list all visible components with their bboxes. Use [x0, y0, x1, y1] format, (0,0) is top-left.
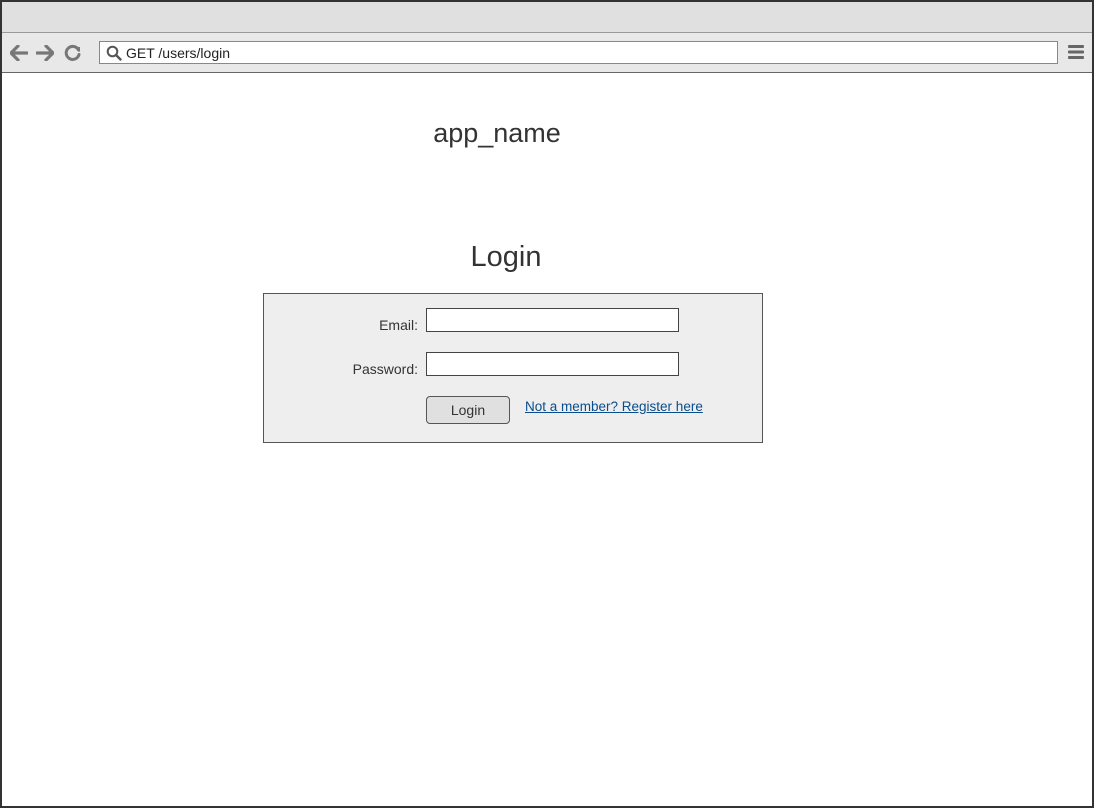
- reload-icon: [64, 44, 81, 61]
- menu-button[interactable]: [1068, 44, 1084, 65]
- browser-toolbar: [2, 33, 1092, 73]
- reload-button[interactable]: [63, 43, 83, 63]
- forward-button[interactable]: [35, 43, 55, 63]
- address-bar[interactable]: [99, 41, 1058, 64]
- hamburger-menu-icon: [1068, 45, 1084, 59]
- email-field[interactable]: [426, 308, 679, 332]
- page-title: Login: [470, 241, 542, 273]
- password-label: Password:: [352, 361, 418, 377]
- password-field[interactable]: [426, 352, 679, 376]
- login-button[interactable]: Login: [426, 396, 510, 424]
- register-link[interactable]: Not a member? Register here: [525, 399, 703, 414]
- arrow-right-icon: [36, 45, 54, 61]
- login-form: Email: Password: Login Not a member? Reg…: [263, 293, 763, 443]
- title-bar: [2, 2, 1092, 33]
- arrow-left-icon: [10, 45, 28, 61]
- page-content: app_name Login Email: Password: Login No…: [2, 73, 1092, 806]
- browser-window: app_name Login Email: Password: Login No…: [0, 0, 1094, 808]
- back-button[interactable]: [9, 43, 29, 63]
- search-icon: [106, 45, 122, 61]
- email-label: Email:: [379, 317, 418, 333]
- url-input[interactable]: [126, 44, 1026, 61]
- app-name-title: app_name: [433, 118, 561, 148]
